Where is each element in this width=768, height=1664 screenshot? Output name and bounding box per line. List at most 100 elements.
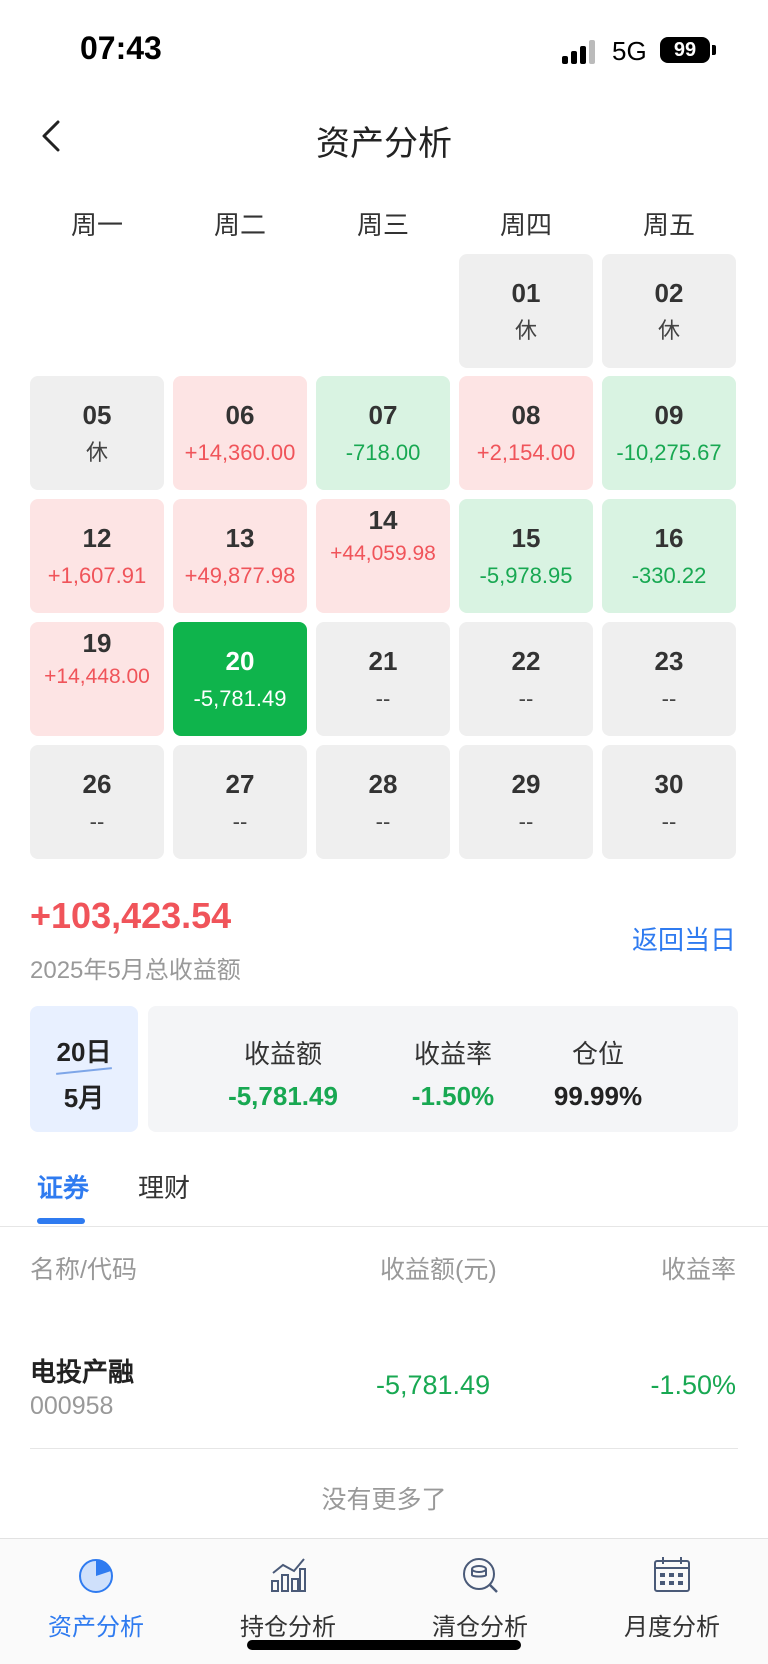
stock-code: 000958 <box>30 1392 114 1420</box>
day-value: +1,607.91 <box>47 563 147 588</box>
day-value: -- <box>518 809 534 834</box>
metric-position: 仓位 99.99% <box>543 1034 653 1112</box>
day-number: 26 <box>82 769 112 799</box>
day-number: 19 <box>82 628 112 658</box>
day-value: -- <box>232 809 248 834</box>
nav-monthly-analysis[interactable]: 月度分析 <box>576 1539 768 1664</box>
weekday-label: 周三 <box>356 210 409 240</box>
column-header-name: 名称/代码 <box>30 1256 137 1284</box>
coin-search-icon <box>463 1558 498 1593</box>
home-indicator <box>247 1640 521 1650</box>
day-value: -- <box>375 686 391 711</box>
day-number: 20 <box>225 646 255 676</box>
day-value: -- <box>661 809 677 834</box>
metric-profit: 收益额 -5,781.49 <box>208 1034 358 1112</box>
active-tab-indicator <box>37 1218 85 1224</box>
cellular-signal-icon <box>562 40 600 64</box>
day-number: 06 <box>225 400 255 430</box>
calendar-day[interactable]: 07 -718.00 <box>316 376 450 490</box>
day-value: -- <box>518 686 534 711</box>
day-number: 07 <box>368 400 398 430</box>
nav-asset-analysis[interactable]: 资产分析 <box>0 1539 192 1664</box>
day-number: 16 <box>654 523 684 553</box>
calendar-day[interactable]: 30 -- <box>602 745 736 859</box>
divider <box>0 1226 768 1227</box>
metric-label: 收益额 <box>243 1039 322 1069</box>
metric-label: 仓位 <box>571 1039 624 1069</box>
selected-day: 20日 <box>56 1037 112 1067</box>
day-value: +14,360.00 <box>184 440 296 465</box>
calendar-grid: 01 休 02 休 05 休 06 +14,360.00 07 -718.00 … <box>30 254 740 859</box>
monthly-total-amount: +103,423.54 <box>30 895 232 936</box>
weekday-label: 周二 <box>213 210 266 240</box>
tab-wealth[interactable]: 理财 <box>138 1168 190 1205</box>
day-number: 27 <box>225 769 255 799</box>
page-title: 资产分析 <box>316 125 452 163</box>
nav-label: 月度分析 <box>624 1614 720 1641</box>
return-today-link[interactable]: 返回当日 <box>632 920 736 957</box>
calendar-day[interactable]: 28 -- <box>316 745 450 859</box>
calendar-day[interactable]: 27 -- <box>173 745 307 859</box>
day-value: +2,154.00 <box>476 440 576 465</box>
day-number: 15 <box>511 523 541 553</box>
battery-icon: 99 <box>660 37 710 63</box>
day-value: 休 <box>514 318 537 343</box>
day-value: -- <box>375 809 391 834</box>
metric-value: -1.50% <box>411 1081 495 1111</box>
calendar-day[interactable]: 14 +44,059.98 <box>316 499 450 613</box>
calendar-day[interactable]: 23 -- <box>602 622 736 736</box>
tab-securities[interactable]: 证券 <box>37 1168 89 1205</box>
day-number: 22 <box>511 646 541 676</box>
daily-summary: 收益额 -5,781.49 收益率 -1.50% 仓位 99.99% <box>148 1006 738 1132</box>
day-number: 08 <box>511 400 541 430</box>
status-bar: 07:43 5G 99 <box>0 0 768 100</box>
day-value: +44,059.98 <box>330 542 436 565</box>
column-header-amount: 收益额(元) <box>380 1256 497 1284</box>
battery-tip <box>712 45 716 55</box>
calendar-day[interactable]: 26 -- <box>30 745 164 859</box>
calendar-day[interactable]: 22 -- <box>459 622 593 736</box>
weekday-header: 周一 周二 周三 周四 周五 <box>30 205 740 245</box>
selected-month: 5月 <box>63 1083 105 1113</box>
day-number: 12 <box>82 523 112 553</box>
weekday-label: 周一 <box>70 210 123 240</box>
day-value: -330.22 <box>631 563 707 588</box>
calendar-day-selected[interactable]: 20 -5,781.49 <box>173 622 307 736</box>
day-number: 14 <box>368 505 398 535</box>
day-value: -718.00 <box>345 440 421 465</box>
calendar-day[interactable]: 15 -5,978.95 <box>459 499 593 613</box>
calendar-day[interactable]: 16 -330.22 <box>602 499 736 613</box>
nav-label: 持仓分析 <box>240 1614 336 1641</box>
pie-chart-icon <box>79 1559 113 1593</box>
calendar-icon <box>654 1557 690 1592</box>
calendar-day[interactable]: 09 -10,275.67 <box>602 376 736 490</box>
calendar-day[interactable]: 19 +14,448.00 <box>30 622 164 736</box>
stock-name: 电投产融 <box>30 1357 135 1387</box>
calendar-day[interactable]: 01 休 <box>459 254 593 368</box>
day-number: 09 <box>654 400 684 430</box>
weekday-label: 周四 <box>499 210 552 240</box>
calendar-day[interactable]: 13 +49,877.98 <box>173 499 307 613</box>
calendar-day[interactable]: 21 -- <box>316 622 450 736</box>
day-value: -10,275.67 <box>616 440 722 465</box>
day-value: 休 <box>657 318 680 343</box>
calendar-day[interactable]: 06 +14,360.00 <box>173 376 307 490</box>
metric-label: 收益率 <box>413 1039 492 1069</box>
metric-value: 99.99% <box>553 1081 643 1111</box>
calendar-day[interactable]: 02 休 <box>602 254 736 368</box>
day-value: -5,781.49 <box>193 686 287 711</box>
calendar-day[interactable]: 12 +1,607.91 <box>30 499 164 613</box>
column-header-rate: 收益率 <box>660 1256 736 1284</box>
nav-label: 资产分析 <box>48 1614 144 1641</box>
day-number: 30 <box>654 769 684 799</box>
bar-chart-icon <box>271 1558 306 1592</box>
divider <box>30 1448 738 1449</box>
calendar-day[interactable]: 29 -- <box>459 745 593 859</box>
metric-rate: 收益率 -1.50% <box>398 1034 508 1112</box>
calendar-day[interactable]: 05 休 <box>30 376 164 490</box>
monthly-total-label: 2025年5月总收益额 <box>30 957 241 984</box>
day-value: +14,448.00 <box>44 665 150 688</box>
day-number: 28 <box>368 769 398 799</box>
nav-label: 清仓分析 <box>432 1614 528 1641</box>
calendar-day[interactable]: 08 +2,154.00 <box>459 376 593 490</box>
